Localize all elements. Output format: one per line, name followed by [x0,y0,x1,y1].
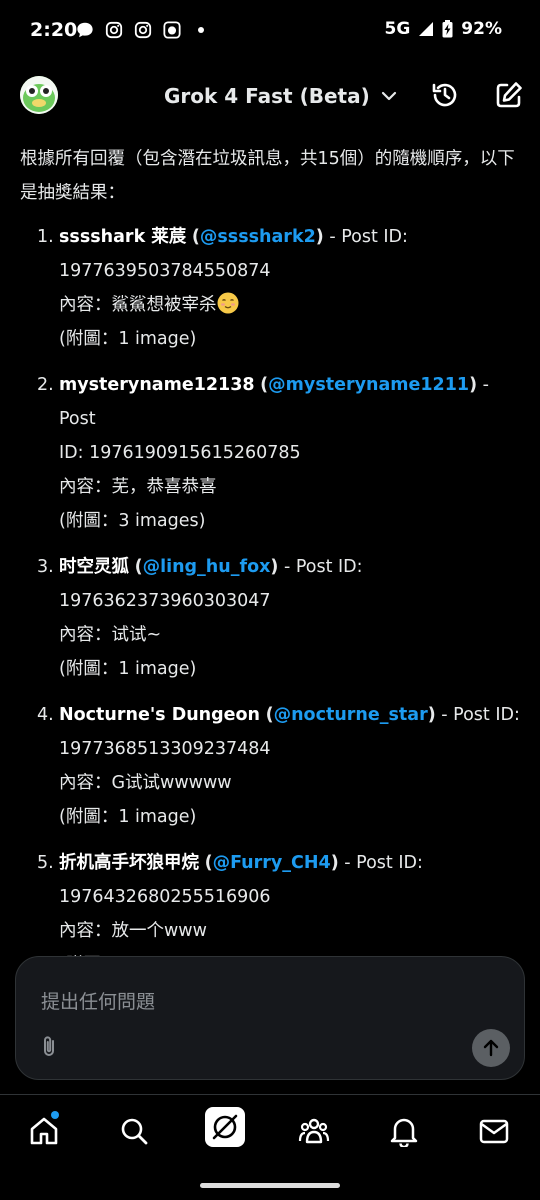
entry-content: 內容：放一个www [59,921,207,941]
message-input-placeholder[interactable]: 提出任何問題 [41,987,155,1014]
entry-handle-link[interactable]: @sssshark2 [200,227,316,247]
grok-icon [212,1114,238,1140]
list-number: 2. [37,375,54,395]
entry-images: (附圖：1 image) [59,329,197,349]
entry-name: mysteryname12138 [59,375,255,395]
signal-icon [419,22,434,36]
history-icon[interactable] [430,80,460,110]
post-id-label: - Post ID: [338,853,423,873]
chat-bubble-icon [77,22,93,38]
app-header: Grok 4 Fast (Beta) [0,70,540,124]
list-item: 4. Nocturne's Dungeon (@nocturne_star) -… [20,698,520,834]
status-bar: 2:20 5G 92% [0,0,540,60]
entry-content: 內容：G试试wwwww [59,773,232,793]
bottom-nav [0,1094,540,1170]
list-item: 2. mysteryname12138 (@mysteryname1211) -… [20,368,520,538]
post-id: 1976362373960303047 [59,591,271,611]
entry-content: 內容：鯊鯊想被宰杀 [59,288,520,322]
status-system-icons: 5G 92% [385,19,503,39]
entry-images: (附圖：3 images) [59,511,206,531]
entry-name: 折机高手坏狼甲烷 [59,853,199,873]
post-id-label: - Post ID: [435,705,520,725]
response-content: 根據所有回覆（包含潛在垃圾訊息，共15個）的隨機順序，以下是抽獎結果： 1. s… [20,142,520,994]
entry-name: 时空灵狐 [59,557,129,577]
entry-header: sssshark 莱莀 (@sssshark2) - Post ID: [59,227,408,247]
status-notification-icons [76,21,204,39]
post-id: 1977368513309237484 [59,739,271,759]
more-notifications-dot [198,27,204,33]
home-icon[interactable] [28,1115,60,1147]
paperclip-icon[interactable] [38,1035,60,1059]
compose-icon[interactable] [494,80,524,110]
model-title: Grok 4 Fast (Beta) [164,84,370,108]
list-number: 3. [37,557,54,577]
post-id: 1976432680255516906 [59,887,271,907]
chevron-down-icon [381,91,396,101]
arrow-up-icon [483,1039,499,1057]
post-id-label: - Post ID: [323,227,408,247]
network-label: 5G [384,19,411,39]
list-item: 3. 时空灵狐 (@ling_hu_fox) - Post ID: 197636… [20,550,520,686]
messages-icon[interactable] [478,1115,510,1147]
home-indicator[interactable] [200,1183,340,1188]
results-list: 1. sssshark 莱莀 (@sssshark2) - Post ID: 1… [20,220,520,982]
list-number: 4. [37,705,54,725]
instagram-icon [105,21,123,39]
entry-handle-link[interactable]: @Furry_CH4 [213,853,331,873]
entry-header: 时空灵狐 (@ling_hu_fox) - Post ID: [59,557,363,577]
instagram-icon [134,21,152,39]
avatar[interactable] [20,76,58,114]
grok-avatar-icon [20,76,58,114]
app-icon [163,21,181,39]
post-id: 1977639503784550874 [59,261,271,281]
entry-content: 內容：试试~ [59,625,162,645]
entry-handle-link[interactable]: @mysteryname1211 [268,375,469,395]
post-id-label: - Post ID: [278,557,363,577]
response-intro: 根據所有回覆（包含潛在垃圾訊息，共15個）的隨機順序，以下是抽獎結果： [20,149,515,203]
entry-handle-link[interactable]: @ling_hu_fox [143,557,271,577]
entry-content: 內容：芜，恭喜恭喜 [59,477,217,497]
communities-icon[interactable] [298,1115,330,1147]
entry-name: Nocturne's Dungeon [59,705,261,725]
list-number: 1. [37,227,54,247]
battery-percent: 92% [461,19,502,39]
send-button[interactable] [472,1029,510,1067]
grok-nav-button[interactable] [205,1107,245,1147]
list-item: 1. sssshark 莱莀 (@sssshark2) - Post ID: 1… [20,220,520,356]
entry-header: mysteryname12138 (@mysteryname1211) - Po… [59,375,489,429]
battery-charging-icon [442,20,453,38]
entry-header: 折机高手坏狼甲烷 (@Furry_CH4) - Post ID: [59,853,423,873]
model-selector[interactable]: Grok 4 Fast (Beta) [164,84,398,108]
entry-content-text: 內容：鯊鯊想被宰杀 [59,295,217,315]
entry-header: Nocturne's Dungeon (@nocturne_star) - Po… [59,705,520,725]
post-id: ID: 1976190915615260785 [59,443,301,463]
entry-handle-link[interactable]: @nocturne_star [274,705,428,725]
entry-images: (附圖：1 image) [59,807,197,827]
smiling-face-emoji-icon [217,292,238,314]
list-number: 5. [37,853,54,873]
search-icon[interactable] [118,1115,150,1147]
entry-name: sssshark 莱莀 [59,227,187,247]
message-input-box[interactable]: 提出任何問題 [15,956,525,1080]
status-time: 2:20 [30,19,78,41]
home-notification-dot [51,1111,59,1119]
entry-images: (附圖：1 image) [59,659,197,679]
notifications-icon[interactable] [388,1115,420,1147]
